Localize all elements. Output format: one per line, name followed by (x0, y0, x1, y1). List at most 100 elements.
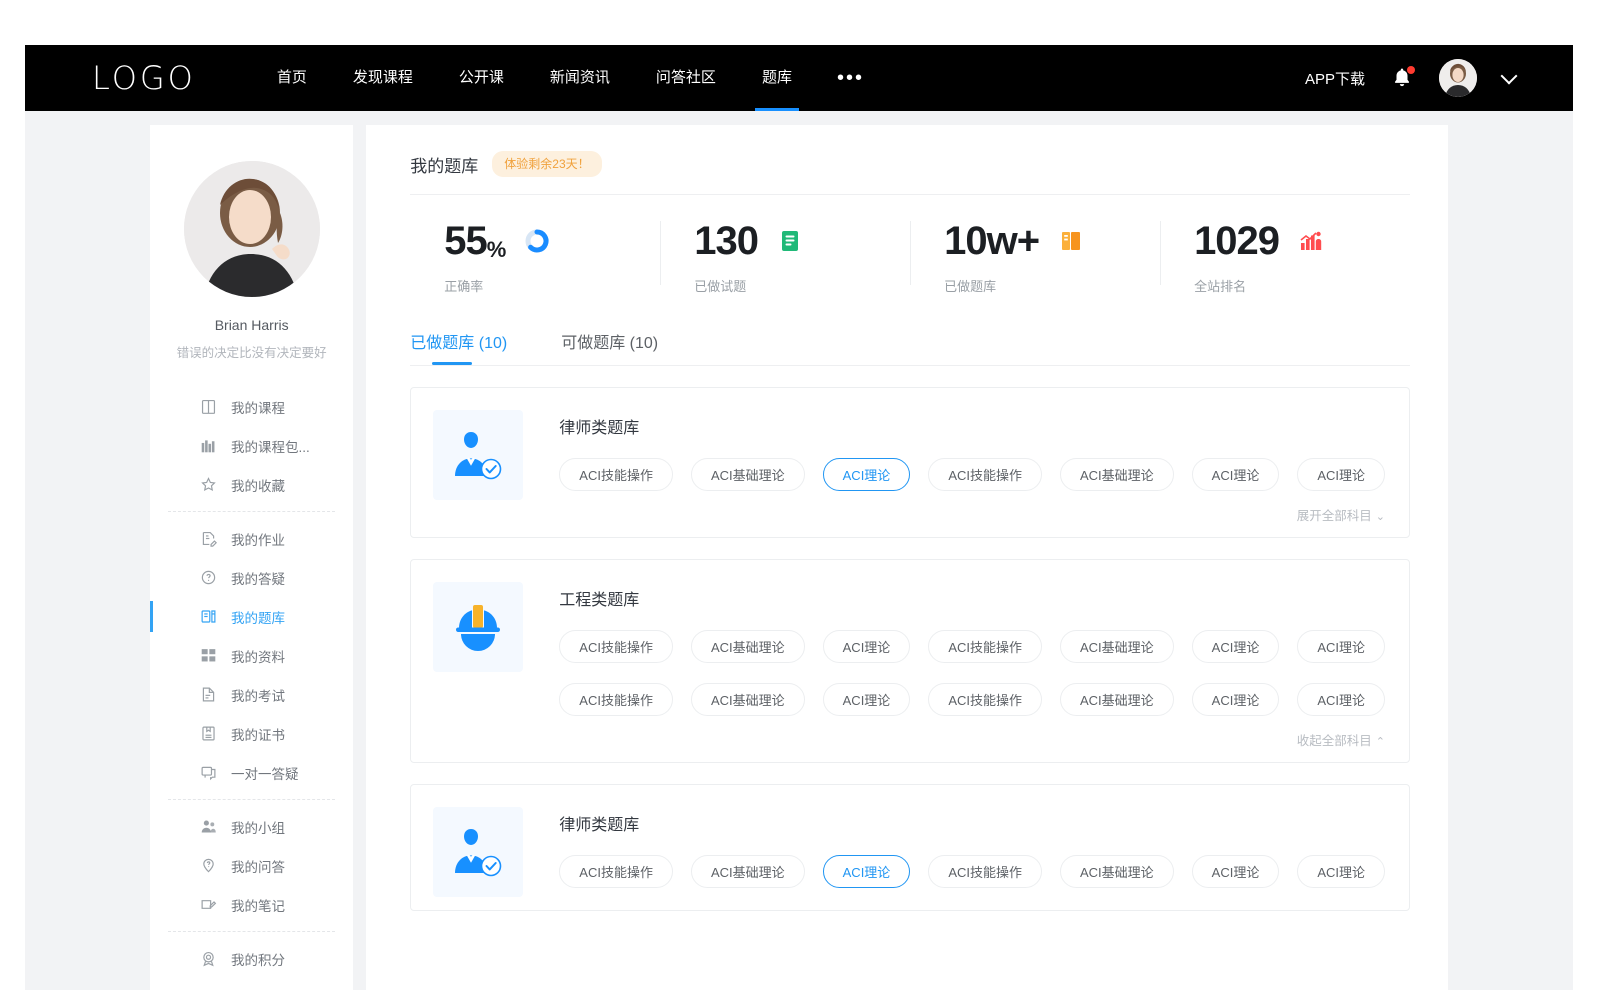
ellipsis-icon[interactable]: ••• (815, 45, 886, 111)
sidebar-menu: 我的课程我的课程包... 我的收藏我的作业我的答疑我的题库我的资料我的考试我的证书… (150, 387, 353, 978)
chip-row: ACI技能操作 ACI基础理论 ACI理论 ACI技能操作 ACI基础理论 ACI理论 AC… (559, 683, 1385, 716)
stat-value: 55 (444, 221, 487, 261)
stat-card-1: 130已做试题 (660, 207, 910, 315)
sidebar-item-4[interactable]: 我的作业 (150, 519, 353, 558)
subject-chip[interactable]: ACI基础理论 (1060, 855, 1174, 888)
subject-chip[interactable]: ACI技能操作 (928, 683, 1042, 716)
subject-chip[interactable]: ACI理论 (1297, 855, 1385, 888)
expand-subjects-link[interactable]: 展开全部科目⌄ (559, 505, 1385, 524)
subject-chip[interactable]: ACI基础理论 (691, 630, 805, 663)
avatar[interactable] (1439, 59, 1477, 97)
trial-badge: 体验剩余23天！ (492, 151, 601, 177)
question-bank-card[interactable]: 律师类题库ACI技能操作ACI基础理论ACI理论ACI技能操作ACI基础理论AC… (410, 387, 1410, 538)
sidebar-item-16[interactable]: 我的积分 (150, 939, 353, 978)
page-title: 我的题库 (410, 152, 478, 177)
subject-chip[interactable]: ACI技能操作 (559, 458, 673, 491)
subject-chip[interactable]: ACI理论 (823, 630, 911, 663)
sidebar-item-14[interactable]: 我的笔记 (150, 885, 353, 924)
subject-chip[interactable]: ACI理论 (1192, 855, 1280, 888)
stat-label: 全站排名 (1194, 276, 1410, 295)
chevron-down-icon: ⌄ (1376, 510, 1385, 523)
tab-0[interactable]: 已做题库 (10) (410, 329, 507, 365)
sidebar-item-12[interactable]: 我的小组 (150, 807, 353, 846)
lawyer-avatar-icon (433, 807, 523, 897)
expand-subjects-link[interactable]: 收起全部科目⌃ (559, 730, 1385, 749)
stat-label: 正确率 (444, 276, 660, 295)
sidebar-item-label: 我的小组 (231, 817, 285, 837)
site-logo[interactable]: LOGO (92, 59, 196, 97)
sidebar-item-8[interactable]: 我的考试 (150, 675, 353, 714)
tab-1[interactable]: 可做题库 (10) (561, 329, 658, 365)
files-icon (200, 647, 217, 664)
sidebar-item-6[interactable]: 我的题库 (150, 597, 353, 636)
subject-chip[interactable]: ACI技能操作 (559, 630, 673, 663)
green-paper-icon (777, 228, 803, 254)
subject-chip[interactable]: ACI理论 (1192, 683, 1280, 716)
sidebar-item-9[interactable]: 我的证书 (150, 714, 353, 753)
subject-chip[interactable]: ACI基础理论 (691, 855, 805, 888)
subject-chip[interactable]: ACI技能操作 (928, 855, 1042, 888)
sidebar-item-2[interactable]: 我的收藏 (150, 465, 353, 504)
question-bank-card[interactable]: 工程类题库ACI技能操作ACI基础理论ACI理论ACI技能操作ACI基础理论AC… (410, 559, 1410, 763)
stat-card-3: 1029全站排名 (1160, 207, 1410, 315)
book-icon (200, 398, 217, 415)
menu-divider (168, 799, 335, 800)
sidebar-item-label: 我的课程 (231, 397, 285, 417)
subject-chip[interactable]: ACI理论 (823, 458, 911, 491)
nav-item-1[interactable]: 发现课程 (330, 45, 436, 111)
subject-chip[interactable]: ACI基础理论 (1060, 458, 1174, 491)
nav-item-5[interactable]: 题库 (739, 45, 815, 111)
profile-name: Brian Harris (166, 317, 337, 333)
subject-chip[interactable]: ACI理论 (1192, 630, 1280, 663)
subject-chip[interactable]: ACI技能操作 (928, 630, 1042, 663)
sidebar-item-label: 我的作业 (231, 529, 285, 549)
subject-chip[interactable]: ACI基础理论 (1060, 683, 1174, 716)
subject-chip[interactable]: ACI理论 (823, 855, 911, 888)
sidebar-item-label: 我的收藏 (231, 475, 285, 495)
stat-value: 130 (694, 221, 758, 261)
subject-chip[interactable]: ACI基础理论 (691, 683, 805, 716)
subject-chip[interactable]: ACI基础理论 (1060, 630, 1174, 663)
bell-icon[interactable] (1391, 66, 1413, 90)
sidebar-item-label: 我的答疑 (231, 568, 285, 588)
nav-item-0[interactable]: 首页 (254, 45, 330, 111)
subject-chip[interactable]: ACI技能操作 (559, 855, 673, 888)
card-body: 律师类题库ACI技能操作ACI基础理论ACI理论ACI技能操作ACI基础理论AC… (523, 410, 1385, 524)
menu-divider (168, 511, 335, 512)
tabs: 已做题库 (10) 可做题库 (10) (410, 329, 1410, 365)
chevron-down-icon[interactable] (1501, 67, 1518, 84)
subject-chip[interactable]: ACI理论 (1297, 630, 1385, 663)
tabs-rule: 已做题库 (10) 可做题库 (10) (410, 329, 1410, 366)
sidebar-item-label: 我的题库 (231, 607, 285, 627)
nav-item-3[interactable]: 新闻资讯 (527, 45, 633, 111)
question-bank-card[interactable]: 律师类题库ACI技能操作ACI基础理论ACI理论ACI技能操作ACI基础理论AC… (410, 784, 1410, 911)
nav-item-2[interactable]: 公开课 (436, 45, 527, 111)
profile-tagline: 错误的决定比没有决定要好 (166, 342, 337, 361)
sidebar-item-1[interactable]: 我的课程包... (150, 426, 353, 465)
sidebar-item-10[interactable]: 一对一答疑 (150, 753, 353, 792)
app-download-link[interactable]: APP下载 (1305, 68, 1365, 89)
subject-chip[interactable]: ACI技能操作 (559, 683, 673, 716)
nav-item-4[interactable]: 问答社区 (633, 45, 739, 111)
subject-chip[interactable]: ACI理论 (1297, 683, 1385, 716)
certificate-icon (200, 725, 217, 742)
chip-row: ACI技能操作 ACI基础理论 ACI理论 ACI技能操作 ACI基础理论 ACI理论 AC… (559, 630, 1385, 663)
subject-chip[interactable]: ACI理论 (1192, 458, 1280, 491)
body-wrapper: Brian Harris 错误的决定比没有决定要好 我的课程我的课程包...我的… (25, 111, 1573, 990)
subject-chip[interactable]: ACI基础理论 (691, 458, 805, 491)
subject-chip[interactable]: ACI理论 (1297, 458, 1385, 491)
orange-book-icon (1058, 228, 1084, 254)
sidebar-item-13[interactable]: 我的问答 (150, 846, 353, 885)
profile-avatar[interactable] (184, 161, 320, 297)
subject-chip[interactable]: ACI技能操作 (928, 458, 1042, 491)
sidebar-item-0[interactable]: 我的课程 (150, 387, 353, 426)
sidebar-item-5[interactable]: 我的答疑 (150, 558, 353, 597)
sidebar-item-label: 一对一答疑 (231, 763, 299, 783)
card-body: 工程类题库ACI技能操作ACI基础理论ACI理论ACI技能操作ACI基础理论AC… (523, 582, 1385, 749)
star-icon (200, 476, 217, 493)
sidebar-item-7[interactable]: 我的资料 (150, 636, 353, 675)
sidebar-item-label: 我的考试 (231, 685, 285, 705)
question-circle-icon (200, 569, 217, 586)
subject-chip[interactable]: ACI理论 (823, 683, 911, 716)
app-page: LOGO 首页发现课程公开课新闻资讯问答社区题库••• APP下载 (25, 45, 1573, 990)
